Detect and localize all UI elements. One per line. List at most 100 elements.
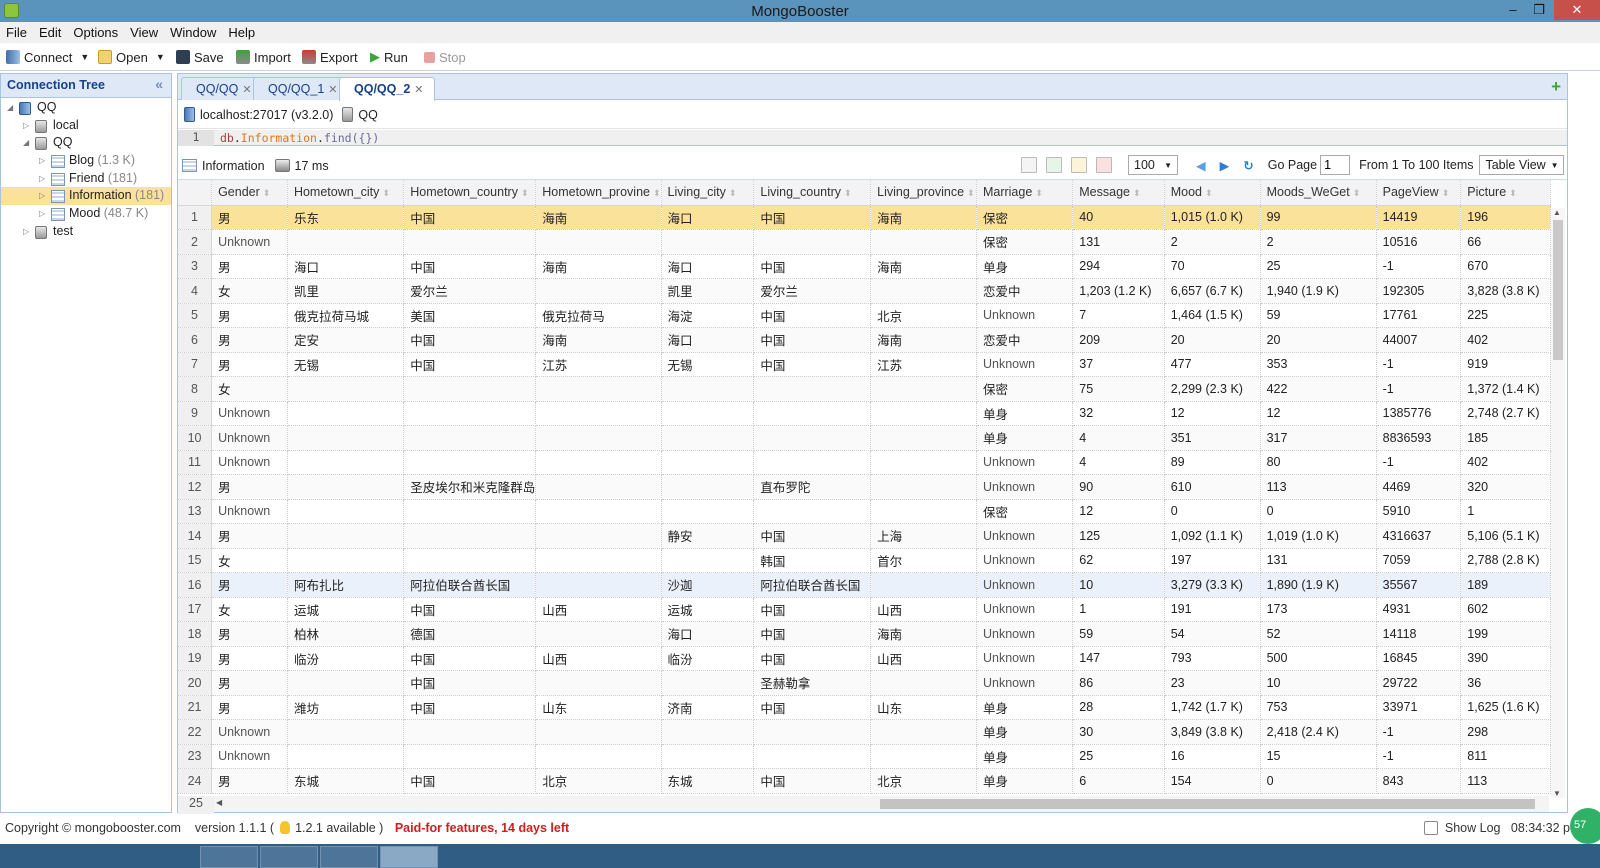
table-cell[interactable]: 江苏 <box>870 352 977 377</box>
collapsed-arrow-icon[interactable]: ▷ <box>39 152 45 170</box>
table-cell[interactable]: 197 <box>1164 548 1261 573</box>
close-tab-icon[interactable]: ✕ <box>242 84 251 96</box>
table-cell[interactable] <box>870 425 977 451</box>
table-cell[interactable]: 中国 <box>403 352 537 377</box>
table-cell[interactable]: 225 <box>1460 303 1551 328</box>
table-cell[interactable]: Unknown <box>211 425 288 451</box>
table-cell[interactable] <box>535 376 662 402</box>
table-cell[interactable]: 843 <box>1376 768 1462 794</box>
table-cell[interactable]: 189 <box>1460 572 1551 598</box>
table-cell[interactable]: 俄克拉荷马城 <box>287 303 405 328</box>
table-cell[interactable]: 中国 <box>753 327 872 353</box>
tree-item-test[interactable]: ▷ test <box>1 223 171 241</box>
table-row[interactable]: 23 Unknown 单身 25 16 15 -1 811 <box>178 744 1551 769</box>
table-cell[interactable]: 80 <box>1260 450 1377 475</box>
table-cell[interactable]: Unknown <box>211 719 288 745</box>
table-cell[interactable]: 1,890 (1.9 K) <box>1260 572 1377 598</box>
table-cell[interactable]: 147 <box>1072 646 1165 671</box>
menu-help[interactable]: Help <box>222 22 261 40</box>
page-size-select[interactable]: 100 ▼ <box>1128 155 1178 175</box>
table-cell[interactable]: 北京 <box>535 768 662 794</box>
table-cell[interactable]: 1,372 (1.4 K) <box>1460 376 1551 402</box>
tab-qq-qq[interactable]: QQ/QQ ✕ <box>181 77 263 100</box>
table-row[interactable]: 12 男 圣皮埃尔和米克隆群岛 直布罗陀 Unknown 90 610 113 4469 320 <box>178 474 1551 500</box>
table-cell[interactable]: 东城 <box>661 768 755 794</box>
table-cell[interactable]: 保密 <box>976 499 1074 524</box>
table-cell[interactable] <box>753 744 872 769</box>
table-cell[interactable]: 70 <box>1164 254 1261 279</box>
table-cell[interactable]: 89 <box>1164 450 1261 475</box>
table-cell[interactable]: 中国 <box>753 205 872 230</box>
table-cell[interactable]: 185 <box>1460 425 1551 451</box>
table-cell[interactable]: 运城 <box>661 597 755 622</box>
table-row[interactable]: 11 Unknown Unknown 4 89 80 -1 402 <box>178 450 1551 475</box>
table-cell[interactable]: Unknown <box>976 474 1074 500</box>
add-document-icon[interactable] <box>1046 157 1062 173</box>
table-cell[interactable]: 保密 <box>976 229 1074 255</box>
table-cell[interactable]: 海南 <box>870 205 977 230</box>
tree-item-mood[interactable]: ▷ Mood (48.7 K) <box>1 205 171 223</box>
table-cell[interactable] <box>403 744 537 769</box>
table-cell[interactable]: 海南 <box>535 327 662 353</box>
table-cell[interactable]: 0 <box>1260 768 1377 794</box>
table-cell[interactable]: 直布罗陀 <box>753 474 872 500</box>
table-cell[interactable]: Unknown <box>976 572 1074 598</box>
table-cell[interactable]: 中国 <box>403 327 537 353</box>
table-cell[interactable]: 12 <box>1260 401 1377 426</box>
table-cell[interactable] <box>535 401 662 426</box>
table-cell[interactable]: 40 <box>1072 205 1165 230</box>
table-cell[interactable]: 0 <box>1260 499 1377 524</box>
table-cell[interactable] <box>403 523 537 549</box>
table-row[interactable]: 13 Unknown 保密 12 0 0 5910 1 <box>178 499 1551 524</box>
table-cell[interactable]: 山西 <box>870 646 977 671</box>
table-cell[interactable]: 20 <box>1164 327 1261 353</box>
table-cell[interactable]: 中国 <box>753 646 872 671</box>
table-cell[interactable]: 潍坊 <box>287 695 405 720</box>
table-cell[interactable]: 海南 <box>870 254 977 279</box>
table-cell[interactable]: 30 <box>1072 719 1165 745</box>
table-cell[interactable] <box>535 425 662 451</box>
table-cell[interactable]: 单身 <box>976 695 1074 720</box>
table-cell[interactable] <box>535 450 662 475</box>
column-header-hometown-provine[interactable]: Hometown_provine ⬍ <box>535 180 662 206</box>
trial-notice[interactable]: Paid-for features, 14 days left <box>395 821 569 835</box>
table-cell[interactable]: 37 <box>1072 352 1165 377</box>
sort-icon[interactable]: ⬍ <box>967 188 975 198</box>
tree-item-qq[interactable]: ◢ QQ <box>1 99 171 117</box>
table-cell[interactable]: 602 <box>1460 597 1551 622</box>
table-cell[interactable] <box>870 719 977 745</box>
table-cell[interactable]: 江苏 <box>535 352 662 377</box>
table-cell[interactable] <box>870 670 977 696</box>
horizontal-scroll-thumb[interactable] <box>880 799 1535 809</box>
table-cell[interactable]: 山东 <box>535 695 662 720</box>
table-cell[interactable]: 男 <box>211 474 288 500</box>
view-mode-select[interactable]: Table View ▼ <box>1479 155 1565 175</box>
show-log-button[interactable]: Show Log <box>1445 821 1501 835</box>
table-cell[interactable]: 临汾 <box>287 646 405 671</box>
table-cell[interactable] <box>870 474 977 500</box>
table-cell[interactable]: 无锡 <box>661 352 755 377</box>
table-row[interactable]: 1 男乐东 中国 海南 海口 中国 海南 保密 40 1,015 (1.0 K) 99 14419 19… <box>178 205 1551 230</box>
column-header-moods-weget[interactable]: Moods_WeGet ⬍ <box>1260 180 1377 206</box>
taskbar-app[interactable] <box>200 846 258 868</box>
table-cell[interactable]: 62 <box>1072 548 1165 573</box>
table-cell[interactable]: 男 <box>211 621 288 647</box>
table-cell[interactable] <box>287 450 405 475</box>
table-cell[interactable]: 中国 <box>403 254 537 279</box>
table-cell[interactable] <box>403 401 537 426</box>
table-cell[interactable] <box>753 229 872 255</box>
table-cell[interactable]: 韩国 <box>753 548 872 573</box>
table-row[interactable]: 16 男阿布扎比 阿拉伯联合酋长国 沙迦 阿拉伯联合酋长国 Unknown 10 3,279 … <box>178 572 1551 598</box>
table-cell[interactable]: 1,203 (1.2 K) <box>1072 278 1165 304</box>
table-cell[interactable]: 男 <box>211 646 288 671</box>
table-cell[interactable]: 保密 <box>976 205 1074 230</box>
table-cell[interactable]: 811 <box>1460 744 1551 769</box>
table-row[interactable]: 4 女凯里 爱尔兰 凯里 爱尔兰 恋爱中 1,203 (1.2 K) 6,657 (6.7 K… <box>178 278 1551 304</box>
table-cell[interactable]: Unknown <box>976 646 1074 671</box>
table-cell[interactable]: 23 <box>1164 670 1261 696</box>
table-cell[interactable]: -1 <box>1376 376 1462 402</box>
table-cell[interactable]: 爱尔兰 <box>403 278 537 304</box>
table-cell[interactable] <box>535 572 662 598</box>
table-cell[interactable] <box>870 572 977 598</box>
table-cell[interactable]: Unknown <box>211 499 288 524</box>
